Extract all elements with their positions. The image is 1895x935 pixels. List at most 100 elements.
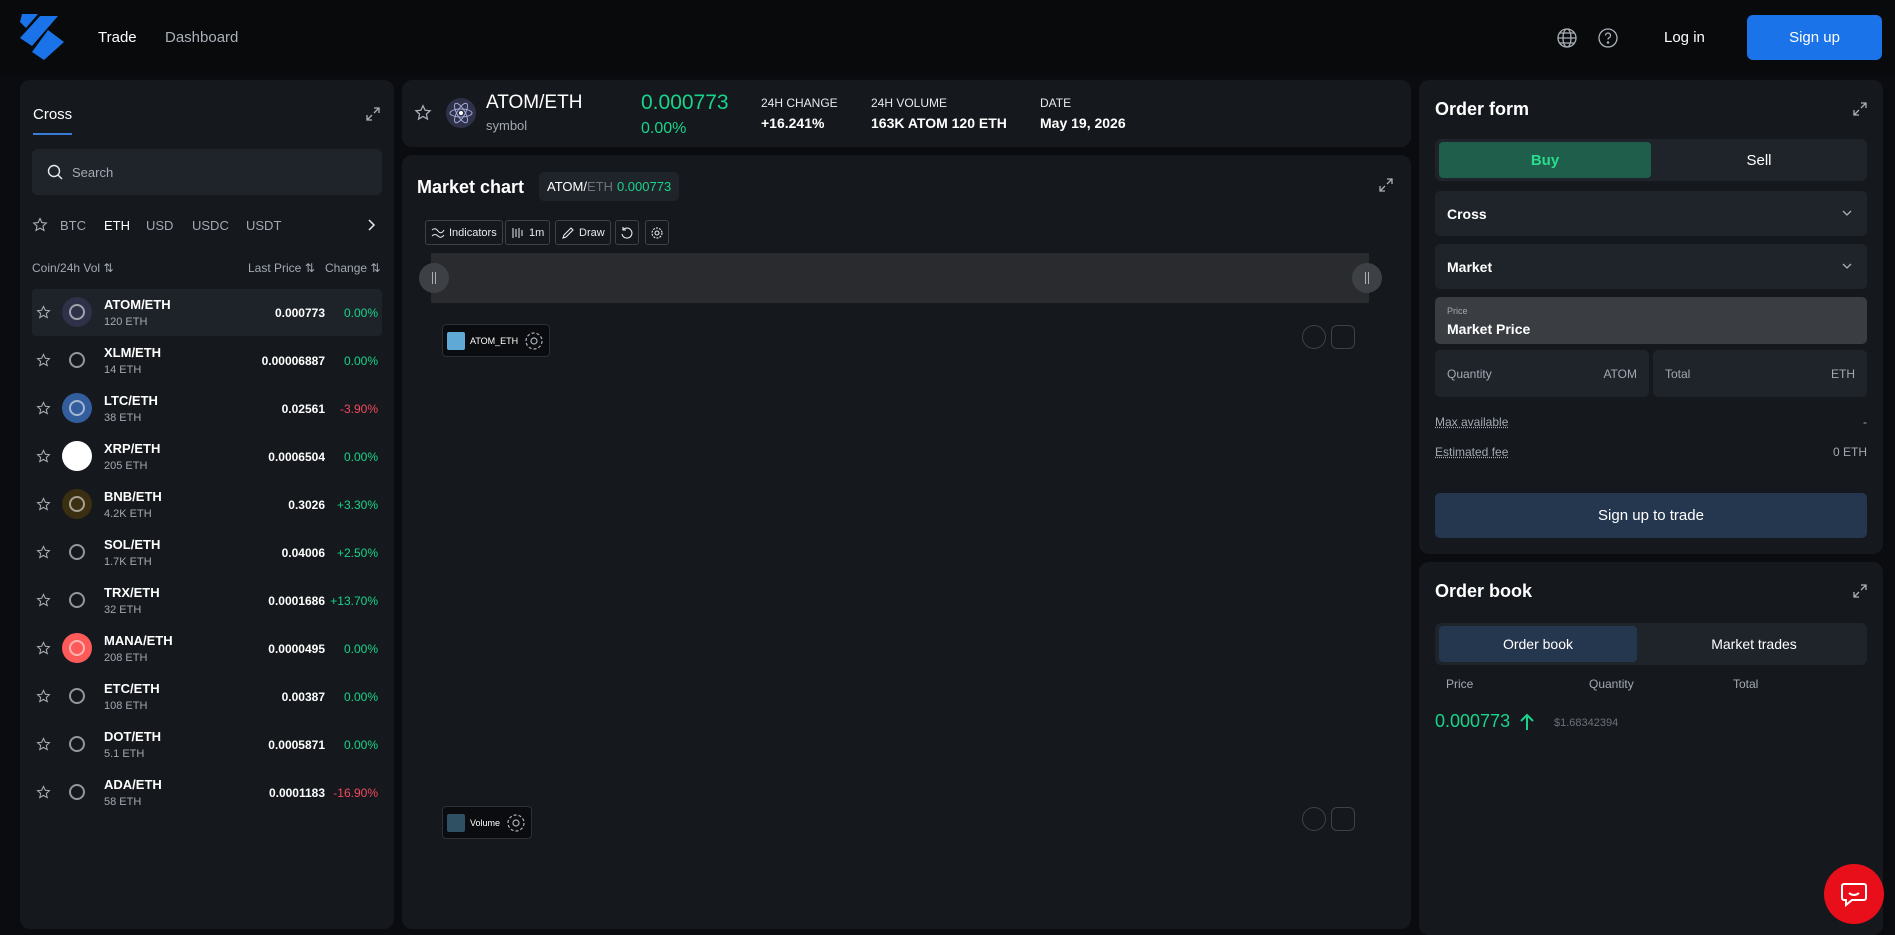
maximize-pane-icon[interactable] (1331, 325, 1355, 349)
favorite-star-icon[interactable] (36, 785, 51, 800)
favorite-star-icon[interactable] (36, 305, 51, 320)
max-available-label[interactable]: Max available (1435, 415, 1508, 429)
range-handle-left[interactable] (419, 263, 449, 293)
scroll-down-icon[interactable] (1302, 325, 1326, 349)
buy-tab[interactable]: Buy (1439, 142, 1651, 178)
market-row[interactable]: XLM/ETH 14 ETH 0.00006887 0.00% (32, 337, 382, 384)
favorite-star-icon[interactable] (36, 737, 51, 752)
series-legend-label: ATOM_ETH (470, 335, 519, 346)
sign-up-to-trade-button[interactable]: Sign up to trade (1435, 493, 1867, 538)
filter-usdc[interactable]: USDC (192, 218, 229, 233)
scroll-up-icon[interactable] (1302, 807, 1326, 831)
expand-icon[interactable] (366, 107, 380, 121)
market-row[interactable]: XRP/ETH 205 ETH 0.0006504 0.00% (32, 433, 382, 480)
series-legend: ATOM_ETH (442, 324, 551, 357)
volume-swatch (447, 813, 465, 832)
filter-eth[interactable]: ETH (104, 218, 130, 233)
quantity-label: Quantity (1447, 367, 1492, 381)
favorite-star-icon[interactable] (36, 545, 51, 560)
estimated-fee-value: 0 ETH (1832, 445, 1867, 459)
indicators-icon (431, 227, 445, 238)
help-icon[interactable] (1597, 27, 1619, 49)
series-settings-gear-icon[interactable] (523, 330, 545, 352)
search-input[interactable] (72, 161, 362, 183)
market-row-price: 0.0001686 (268, 594, 325, 608)
favorite-star-icon[interactable] (36, 401, 51, 416)
market-row[interactable]: MANA/ETH 208 ETH 0.0000495 0.00% (32, 625, 382, 672)
draw-label: Draw (579, 226, 605, 239)
indicators-button[interactable]: Indicators (425, 220, 503, 245)
favorite-star-icon[interactable] (36, 449, 51, 464)
tab-market-trades[interactable]: Market trades (1645, 626, 1863, 662)
volume-settings-gear-icon[interactable] (505, 812, 527, 834)
margin-mode-select[interactable]: Cross (1435, 191, 1867, 236)
market-row-volume: 58 ETH (104, 796, 142, 808)
market-row[interactable]: DOT/ETH 5.1 ETH 0.0005871 0.00% (32, 721, 382, 768)
draw-button[interactable]: Draw (555, 220, 611, 245)
market-row-volume: 4.2K ETH (104, 508, 152, 520)
market-row-volume: 108 ETH (104, 700, 148, 712)
column-header-price[interactable]: Last Price ⇅ (248, 261, 315, 275)
settings-button[interactable] (645, 220, 669, 245)
estimated-fee-label[interactable]: Estimated fee (1435, 445, 1508, 459)
undo-button[interactable] (615, 220, 639, 245)
favorite-star-icon[interactable] (36, 497, 51, 512)
market-row[interactable]: LTC/ETH 38 ETH 0.02561 -3.90% (32, 385, 382, 432)
favorite-star-icon[interactable] (36, 641, 51, 656)
order-type-select[interactable]: Market (1435, 244, 1867, 289)
market-row[interactable]: ETC/ETH 108 ETH 0.00387 0.00% (32, 673, 382, 720)
range-handle-right[interactable] (1352, 263, 1382, 293)
total-field[interactable]: Total ETH (1653, 350, 1867, 397)
favorite-star-icon[interactable] (36, 353, 51, 368)
column-header-change[interactable]: Change ⇅ (325, 261, 380, 275)
quantity-field[interactable]: Quantity ATOM (1435, 350, 1649, 397)
support-chat-button[interactable] (1824, 864, 1884, 924)
quantity-unit: ATOM (1603, 367, 1637, 381)
xrp-icon (62, 441, 92, 471)
chart-range-scroller[interactable] (431, 253, 1369, 303)
market-row-change: 0.00% (343, 306, 378, 320)
filter-usdt[interactable]: USDT (246, 218, 281, 233)
interval-label: 1m (529, 226, 545, 239)
market-row[interactable]: SOL/ETH 1.7K ETH 0.04006 +2.50% (32, 529, 382, 576)
market-row-volume: 1.7K ETH (104, 556, 152, 568)
expand-icon[interactable] (1853, 584, 1867, 598)
market-row[interactable]: ATOM/ETH 120 ETH 0.000773 0.00% (32, 289, 382, 336)
signup-button[interactable]: Sign up (1747, 15, 1882, 60)
market-row-price: 0.000773 (274, 306, 325, 320)
favorite-star-icon[interactable] (414, 104, 432, 122)
expand-icon[interactable] (1379, 178, 1393, 192)
market-row[interactable]: BNB/ETH 4.2K ETH 0.3026 +3.30% (32, 481, 382, 528)
market-row-volume: 120 ETH (104, 316, 148, 328)
sell-tab[interactable]: Sell (1655, 142, 1863, 178)
market-row-pair: ADA/ETH (104, 777, 162, 792)
favorite-star-icon[interactable] (36, 593, 51, 608)
tab-cross[interactable]: Cross (33, 106, 73, 135)
tab-order-book[interactable]: Order book (1439, 626, 1637, 662)
nav-dashboard[interactable]: Dashboard (165, 29, 238, 46)
market-row[interactable]: ADA/ETH 58 ETH 0.0001183 -16.90% (32, 769, 382, 816)
brand-logo-icon[interactable] (18, 12, 66, 62)
interval-button[interactable]: 1m (505, 220, 551, 245)
series-swatch (447, 331, 465, 350)
favorite-star-icon[interactable] (36, 689, 51, 704)
filter-usd[interactable]: USD (146, 218, 173, 233)
tron-icon (62, 585, 92, 615)
volume-legend-label: Volume (470, 817, 501, 828)
globe-icon[interactable] (1556, 27, 1578, 49)
filter-btc[interactable]: BTC (60, 218, 86, 233)
market-row-change: 0.00% (343, 690, 378, 704)
market-row[interactable]: TRX/ETH 32 ETH 0.0001686 +13.70% (32, 577, 382, 624)
expand-icon[interactable] (1853, 102, 1867, 116)
login-link[interactable]: Log in (1664, 29, 1705, 46)
max-available-value: - (1863, 415, 1867, 429)
favorites-star-icon[interactable] (32, 217, 48, 233)
column-header-coin[interactable]: Coin/24h Vol ⇅ (32, 261, 113, 275)
maximize-volume-pane-icon[interactable] (1331, 807, 1355, 831)
market-row-pair: DOT/ETH (104, 729, 162, 744)
nav-trade[interactable]: Trade (98, 29, 137, 46)
chevron-right-icon[interactable] (365, 218, 377, 232)
atom-icon (446, 98, 476, 128)
chat-bubble-icon (1841, 883, 1867, 907)
price-field[interactable]: Price Market Price (1435, 297, 1867, 344)
